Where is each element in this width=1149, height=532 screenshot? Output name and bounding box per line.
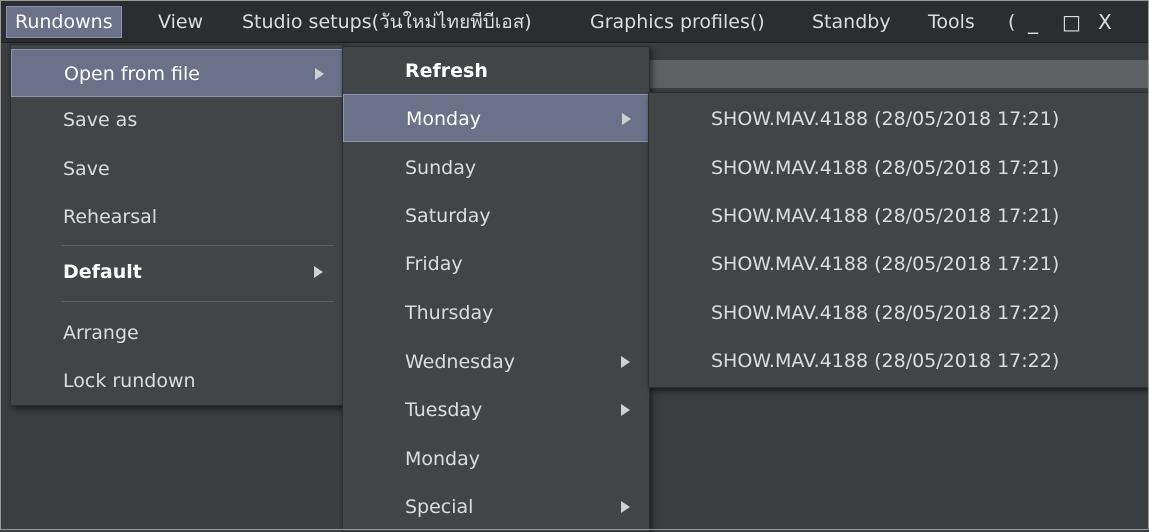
window-frame	[0, 0, 1149, 530]
